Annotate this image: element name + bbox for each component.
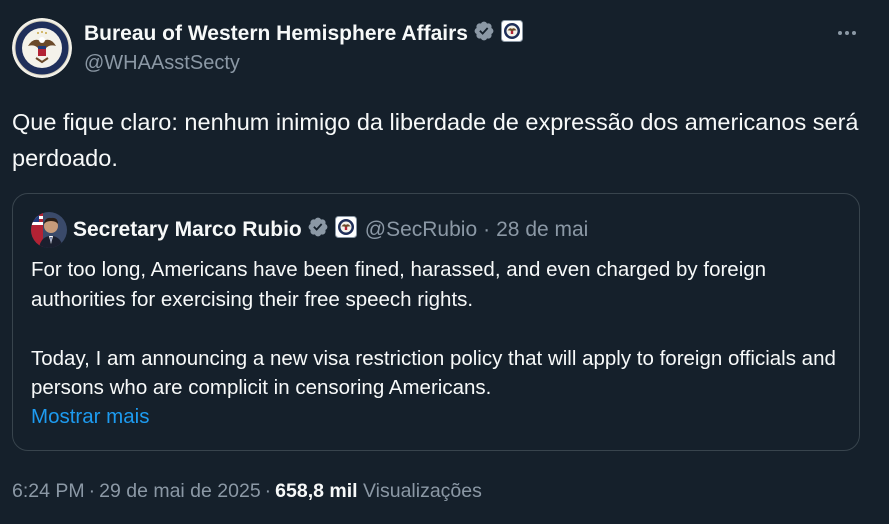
views-count: 658,8 mil: [275, 480, 358, 502]
post: Bureau of Western Hemisphere Affairs @WH…: [0, 0, 889, 524]
quoted-affiliate-seal-icon[interactable]: [334, 216, 357, 244]
post-text: Que fique claro: nenhum inimigo da liber…: [12, 109, 859, 171]
verified-badge-icon[interactable]: [473, 20, 495, 48]
quoted-author-handle[interactable]: @SecRubio: [365, 218, 477, 242]
views-label: Visualizações: [362, 480, 482, 502]
quoted-paragraph: For too long, Americans have been fined,…: [31, 258, 767, 311]
author-name-row[interactable]: Bureau of Western Hemisphere Affairs: [84, 20, 523, 48]
quoted-paragraph: Today, I am announcing a new visa restri…: [31, 346, 836, 400]
quoted-author-photo-icon: [31, 212, 67, 248]
meta-separator: ·: [88, 480, 96, 502]
author-avatar[interactable]: [12, 18, 72, 78]
quoted-text: For too long, Americans have been fined,…: [31, 255, 841, 403]
state-department-seal-icon: [12, 18, 72, 78]
author-display-name[interactable]: Bureau of Western Hemisphere Affairs: [84, 22, 468, 46]
meta-separator: ·: [264, 480, 272, 502]
quoted-post[interactable]: Secretary Marco Rubio @SecRubio · 28 de …: [12, 193, 860, 451]
quoted-author-avatar[interactable]: [31, 212, 67, 248]
quoted-verified-badge-icon[interactable]: [307, 216, 329, 244]
post-date[interactable]: 29 de mai de 2025: [99, 480, 261, 502]
post-time[interactable]: 6:24 PM: [12, 480, 85, 502]
author-handle[interactable]: @WHAAsstSecty: [84, 52, 240, 75]
post-meta: 6:24 PM · 29 de mai de 2025 · 658,8 mil Visu…: [12, 480, 482, 503]
quoted-separator: ·: [483, 218, 491, 241]
show-more-link[interactable]: Mostrar mais: [31, 405, 149, 429]
more-options-icon[interactable]: [835, 24, 859, 42]
quoted-author-name[interactable]: Secretary Marco Rubio: [73, 218, 302, 242]
quoted-header: Secretary Marco Rubio @SecRubio · 28 de …: [73, 216, 588, 244]
affiliate-seal-icon[interactable]: [500, 20, 523, 48]
quoted-date[interactable]: 28 de mai: [496, 218, 588, 242]
